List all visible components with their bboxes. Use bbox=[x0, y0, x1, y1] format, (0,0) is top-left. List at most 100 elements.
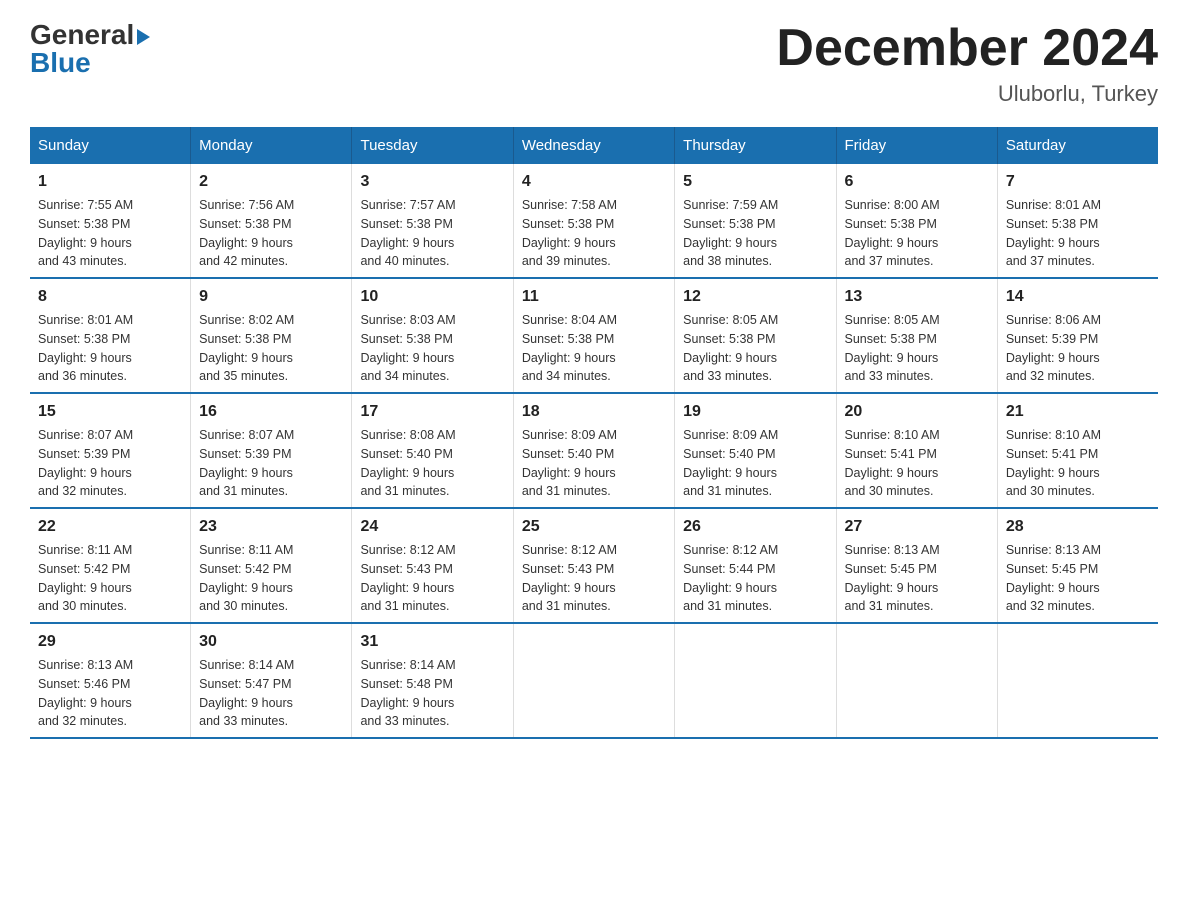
daylight-minutes: and 31 minutes. bbox=[199, 482, 343, 501]
sunset-info: Sunset: 5:38 PM bbox=[845, 215, 989, 234]
daylight-label: Daylight: 9 hours bbox=[360, 694, 504, 713]
page-subtitle: Uluborlu, Turkey bbox=[776, 81, 1158, 107]
day-cell: 21 Sunrise: 8:10 AM Sunset: 5:41 PM Dayl… bbox=[997, 393, 1158, 508]
day-cell: 19 Sunrise: 8:09 AM Sunset: 5:40 PM Dayl… bbox=[675, 393, 836, 508]
day-cell: 13 Sunrise: 8:05 AM Sunset: 5:38 PM Dayl… bbox=[836, 278, 997, 393]
daylight-label: Daylight: 9 hours bbox=[38, 234, 182, 253]
day-number: 1 bbox=[38, 170, 182, 194]
sunrise-info: Sunrise: 8:12 AM bbox=[360, 541, 504, 560]
logo-blue-text: Blue bbox=[30, 49, 150, 77]
sunset-info: Sunset: 5:47 PM bbox=[199, 675, 343, 694]
day-number: 13 bbox=[845, 285, 989, 309]
daylight-minutes: and 30 minutes. bbox=[199, 597, 343, 616]
day-number: 22 bbox=[38, 515, 182, 539]
logo-text-block: General Blue bbox=[30, 20, 150, 77]
daylight-label: Daylight: 9 hours bbox=[522, 579, 666, 598]
daylight-label: Daylight: 9 hours bbox=[199, 694, 343, 713]
sunset-info: Sunset: 5:38 PM bbox=[522, 215, 666, 234]
day-number: 3 bbox=[360, 170, 504, 194]
sunrise-info: Sunrise: 8:09 AM bbox=[683, 426, 827, 445]
day-cell: 18 Sunrise: 8:09 AM Sunset: 5:40 PM Dayl… bbox=[513, 393, 674, 508]
day-number: 11 bbox=[522, 285, 666, 309]
day-number: 12 bbox=[683, 285, 827, 309]
day-cell bbox=[997, 623, 1158, 738]
day-number: 17 bbox=[360, 400, 504, 424]
daylight-label: Daylight: 9 hours bbox=[522, 349, 666, 368]
calendar-table: SundayMondayTuesdayWednesdayThursdayFrid… bbox=[30, 127, 1158, 739]
sunrise-info: Sunrise: 8:10 AM bbox=[1006, 426, 1150, 445]
daylight-label: Daylight: 9 hours bbox=[360, 579, 504, 598]
day-cell: 16 Sunrise: 8:07 AM Sunset: 5:39 PM Dayl… bbox=[191, 393, 352, 508]
header-row: SundayMondayTuesdayWednesdayThursdayFrid… bbox=[30, 127, 1158, 164]
week-row-2: 8 Sunrise: 8:01 AM Sunset: 5:38 PM Dayli… bbox=[30, 278, 1158, 393]
day-cell: 30 Sunrise: 8:14 AM Sunset: 5:47 PM Dayl… bbox=[191, 623, 352, 738]
daylight-minutes: and 32 minutes. bbox=[38, 482, 182, 501]
sunset-info: Sunset: 5:42 PM bbox=[38, 560, 182, 579]
day-cell: 31 Sunrise: 8:14 AM Sunset: 5:48 PM Dayl… bbox=[352, 623, 513, 738]
daylight-label: Daylight: 9 hours bbox=[522, 234, 666, 253]
sunrise-info: Sunrise: 8:02 AM bbox=[199, 311, 343, 330]
daylight-label: Daylight: 9 hours bbox=[199, 579, 343, 598]
header-cell-wednesday: Wednesday bbox=[513, 127, 674, 164]
sunset-info: Sunset: 5:38 PM bbox=[199, 215, 343, 234]
daylight-label: Daylight: 9 hours bbox=[845, 234, 989, 253]
sunrise-info: Sunrise: 8:11 AM bbox=[199, 541, 343, 560]
sunset-info: Sunset: 5:45 PM bbox=[845, 560, 989, 579]
header-cell-monday: Monday bbox=[191, 127, 352, 164]
week-row-1: 1 Sunrise: 7:55 AM Sunset: 5:38 PM Dayli… bbox=[30, 164, 1158, 278]
daylight-label: Daylight: 9 hours bbox=[683, 464, 827, 483]
sunset-info: Sunset: 5:40 PM bbox=[522, 445, 666, 464]
day-cell: 6 Sunrise: 8:00 AM Sunset: 5:38 PM Dayli… bbox=[836, 164, 997, 278]
sunrise-info: Sunrise: 8:05 AM bbox=[683, 311, 827, 330]
sunset-info: Sunset: 5:38 PM bbox=[683, 215, 827, 234]
day-number: 10 bbox=[360, 285, 504, 309]
daylight-label: Daylight: 9 hours bbox=[845, 349, 989, 368]
day-number: 23 bbox=[199, 515, 343, 539]
daylight-minutes: and 32 minutes. bbox=[1006, 597, 1150, 616]
sunrise-info: Sunrise: 8:01 AM bbox=[38, 311, 182, 330]
daylight-minutes: and 33 minutes. bbox=[360, 712, 504, 731]
sunset-info: Sunset: 5:39 PM bbox=[38, 445, 182, 464]
daylight-label: Daylight: 9 hours bbox=[360, 234, 504, 253]
sunset-info: Sunset: 5:38 PM bbox=[360, 330, 504, 349]
day-number: 4 bbox=[522, 170, 666, 194]
daylight-minutes: and 31 minutes. bbox=[360, 597, 504, 616]
daylight-minutes: and 32 minutes. bbox=[1006, 367, 1150, 386]
day-number: 19 bbox=[683, 400, 827, 424]
day-number: 9 bbox=[199, 285, 343, 309]
daylight-label: Daylight: 9 hours bbox=[360, 464, 504, 483]
sunrise-info: Sunrise: 8:13 AM bbox=[38, 656, 182, 675]
sunrise-info: Sunrise: 8:05 AM bbox=[845, 311, 989, 330]
day-cell: 11 Sunrise: 8:04 AM Sunset: 5:38 PM Dayl… bbox=[513, 278, 674, 393]
day-number: 29 bbox=[38, 630, 182, 654]
sunrise-info: Sunrise: 8:10 AM bbox=[845, 426, 989, 445]
daylight-minutes: and 34 minutes. bbox=[360, 367, 504, 386]
sunrise-info: Sunrise: 7:59 AM bbox=[683, 196, 827, 215]
sunset-info: Sunset: 5:44 PM bbox=[683, 560, 827, 579]
sunrise-info: Sunrise: 7:55 AM bbox=[38, 196, 182, 215]
sunrise-info: Sunrise: 8:08 AM bbox=[360, 426, 504, 445]
logo: General Blue bbox=[30, 20, 150, 77]
header-cell-thursday: Thursday bbox=[675, 127, 836, 164]
daylight-label: Daylight: 9 hours bbox=[1006, 579, 1150, 598]
daylight-minutes: and 42 minutes. bbox=[199, 252, 343, 271]
sunrise-info: Sunrise: 7:56 AM bbox=[199, 196, 343, 215]
sunrise-info: Sunrise: 8:00 AM bbox=[845, 196, 989, 215]
day-cell: 29 Sunrise: 8:13 AM Sunset: 5:46 PM Dayl… bbox=[30, 623, 191, 738]
sunset-info: Sunset: 5:38 PM bbox=[522, 330, 666, 349]
sunset-info: Sunset: 5:38 PM bbox=[360, 215, 504, 234]
sunrise-info: Sunrise: 7:58 AM bbox=[522, 196, 666, 215]
daylight-label: Daylight: 9 hours bbox=[522, 464, 666, 483]
daylight-label: Daylight: 9 hours bbox=[199, 349, 343, 368]
day-cell: 25 Sunrise: 8:12 AM Sunset: 5:43 PM Dayl… bbox=[513, 508, 674, 623]
day-number: 24 bbox=[360, 515, 504, 539]
header-cell-saturday: Saturday bbox=[997, 127, 1158, 164]
day-cell: 17 Sunrise: 8:08 AM Sunset: 5:40 PM Dayl… bbox=[352, 393, 513, 508]
daylight-label: Daylight: 9 hours bbox=[199, 234, 343, 253]
daylight-label: Daylight: 9 hours bbox=[38, 579, 182, 598]
day-number: 31 bbox=[360, 630, 504, 654]
daylight-label: Daylight: 9 hours bbox=[38, 349, 182, 368]
daylight-minutes: and 37 minutes. bbox=[845, 252, 989, 271]
day-cell: 24 Sunrise: 8:12 AM Sunset: 5:43 PM Dayl… bbox=[352, 508, 513, 623]
daylight-label: Daylight: 9 hours bbox=[360, 349, 504, 368]
